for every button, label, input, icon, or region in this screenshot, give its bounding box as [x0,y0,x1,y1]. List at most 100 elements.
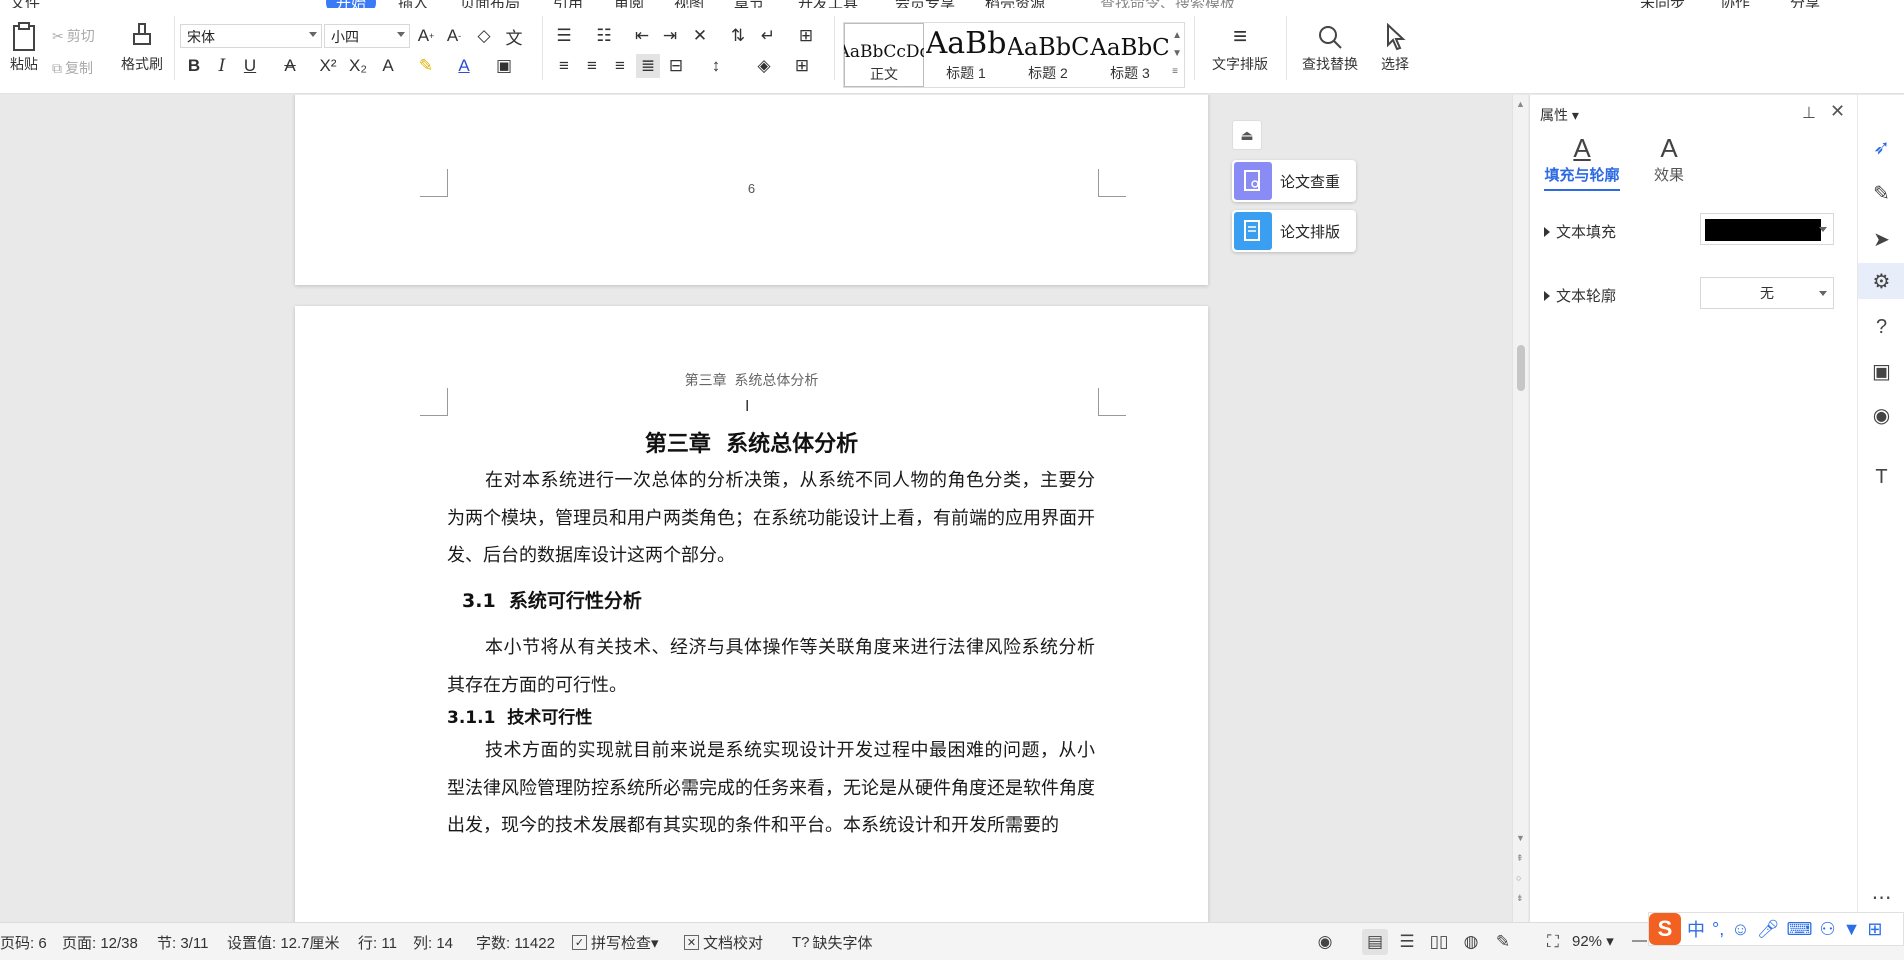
sogou-logo-icon[interactable]: S [1649,913,1681,945]
status-row[interactable]: 行: 11 [358,932,397,953]
emoji-icon[interactable]: ☺ [1731,919,1749,940]
next-page-icon[interactable]: ⇟ [1516,893,1524,904]
status-page-code[interactable]: 页码: 6 [0,932,47,953]
command-search[interactable]: 查找命令、搜索模板 [1100,0,1235,8]
highlight-icon[interactable]: ✎ [414,54,438,78]
find-replace-button[interactable]: 查找替换 [1292,20,1368,74]
sync-status[interactable]: 未同步 [1640,0,1685,8]
style-heading-1[interactable]: AaBb 标题 1 [926,23,1006,87]
menu-tab-file[interactable]: 文件 [10,0,40,8]
superscript-icon[interactable]: X² [316,54,340,78]
format-painter-button[interactable]: 格式刷 [116,20,168,74]
text-layout-button[interactable]: ≡ 文字排版 [1200,20,1280,74]
scroll-down-icon[interactable]: ▼ [1516,833,1525,843]
menu-tab-insert[interactable]: 插入 [398,0,428,8]
help-icon[interactable]: ? [1858,309,1904,345]
char-border-icon[interactable]: ▣ [492,54,516,78]
subscript-icon[interactable]: X₂ [346,54,370,78]
select-button[interactable]: 选择 [1372,20,1418,74]
toolbox-icon[interactable]: ⊞ [1867,919,1882,940]
sort-icon[interactable]: ⇅ [726,24,750,48]
spell-check-toggle[interactable]: ✓ 拼写检查 ▾ [572,932,659,953]
status-page[interactable]: 页面: 12/38 [62,932,138,953]
tab-fill-outline[interactable]: A 填充与轮廓 [1544,133,1620,191]
align-center-icon[interactable]: ≡ [580,54,604,78]
page-view-icon[interactable]: ▤ [1362,929,1388,955]
collab-button[interactable]: 协作 [1720,0,1750,8]
decrease-indent-icon[interactable]: ⇤ [630,24,654,48]
strikethrough-icon[interactable]: A [278,54,302,78]
paste-button[interactable]: 粘贴 [2,20,46,74]
paragraph-3[interactable]: 技术方面的实现就目前来说是系统实现设计开发过程中最困难的问题，从小型法律风险管理… [447,732,1095,845]
rocket-icon[interactable]: ➶ [1858,129,1904,165]
align-left-icon[interactable]: ≡ [552,54,576,78]
status-col[interactable]: 列: 14 [413,932,453,953]
keyboard-icon[interactable]: ⌨ [1786,919,1812,940]
style-heading-2[interactable]: AaBbC 标题 2 [1008,23,1088,87]
chapter-title[interactable]: 第三章 系统总体分析 [295,426,1208,458]
text-style-icon[interactable]: T [1858,459,1904,495]
menu-tab-page-layout[interactable]: 页面布局 [460,0,520,8]
properties-settings-icon[interactable]: ⚙ [1858,263,1904,299]
page-header[interactable]: 第三章 系统总体分析 [295,370,1208,390]
menu-tab-member[interactable]: 会员专享 [895,0,955,8]
zoom-select[interactable]: 92% ▾ [1572,932,1614,951]
numbered-list-icon[interactable]: ☷ [592,24,616,48]
status-section[interactable]: 节: 3/11 [157,932,208,953]
properties-title[interactable]: 属性 ▾ [1540,105,1579,125]
text-outline-select[interactable]: 无 [1700,277,1834,309]
font-color-icon[interactable]: A [452,54,476,78]
doc-proof-button[interactable]: ✕ 文档校对 [684,932,763,953]
chinese-layout-icon[interactable]: ✕ [688,24,712,48]
ime-mode[interactable]: 中 [1687,916,1705,942]
text-fill-row[interactable]: 文本填充 [1544,221,1616,242]
phonetic-icon[interactable]: 文 [502,24,526,48]
image-tool-icon[interactable]: ▣ [1858,353,1904,389]
font-name-select[interactable]: 宋体 [180,24,322,48]
style-heading-3[interactable]: AaBbC 标题 3 [1090,23,1170,87]
menu-tab-chapter[interactable]: 章节 [734,0,764,8]
underline-icon[interactable]: U [238,54,262,78]
paragraph-1[interactable]: 在对本系统进行一次总体的分析决策，从系统不同人物的角色分类，主要分为两个模块，管… [447,462,1095,575]
pen-icon[interactable]: ✎ [1858,175,1904,211]
bullet-list-icon[interactable]: ☰ [552,24,576,48]
bold-icon[interactable]: B [182,54,206,78]
eye-protection-icon[interactable]: ◉ [1312,929,1338,955]
backup-icon[interactable]: ◉ [1858,397,1904,433]
justify-icon[interactable]: ≣ [636,54,660,78]
microphone-icon[interactable]: 🎤︎ [1757,919,1780,940]
show-marks-icon[interactable]: ↵ [756,24,780,48]
borders-icon[interactable]: ⊞ [790,54,814,78]
more-icon[interactable]: ⋯ [1858,879,1904,915]
tab-stops-icon[interactable]: ⊞ [794,24,818,48]
menu-tab-docer[interactable]: 稻壳资源 [985,0,1045,8]
align-right-icon[interactable]: ≡ [608,54,632,78]
pointer-icon[interactable]: ➤ [1858,221,1904,257]
menu-tab-developer[interactable]: 开发工具 [798,0,858,8]
skin-icon[interactable]: ▼ [1843,919,1861,940]
text-effect-icon[interactable]: A [376,54,400,78]
paper-layout-button[interactable]: 论文排版 [1232,210,1356,252]
prev-page-icon[interactable]: ⇞ [1516,853,1524,864]
increase-indent-icon[interactable]: ⇥ [658,24,682,48]
fit-page-icon[interactable]: ⛶ [1540,929,1566,955]
italic-icon[interactable]: I [210,54,234,78]
share-button[interactable]: 分享 [1790,0,1820,8]
section-heading-3-1[interactable]: 3.1 系统可行性分析 [462,586,642,613]
distributed-icon[interactable]: ⊟ [664,54,688,78]
status-setting[interactable]: 设置值: 12.7厘米 [227,932,340,953]
collapse-button[interactable]: ⏏ [1232,120,1262,150]
missing-fonts-button[interactable]: T? 缺失字体 [792,932,873,953]
outline-view-icon[interactable]: ☰ [1394,929,1420,955]
vertical-scrollbar[interactable]: ▲ ▼ ⇞ ○ ⇟ [1512,95,1528,922]
shading-icon[interactable]: ◈ [752,54,776,78]
copy-button[interactable]: ⧉ 复制 [52,58,93,78]
style-gallery-scroll[interactable]: ▲ ▼ ≡ [1172,27,1182,81]
line-spacing-icon[interactable]: ↕ [704,54,728,78]
writing-mode-icon[interactable]: ✎ [1490,929,1516,955]
web-view-icon[interactable]: ◍ [1458,929,1484,955]
paper-check-button[interactable]: 论文查重 [1232,160,1356,202]
status-word-count[interactable]: 字数: 11422 [476,932,555,953]
paragraph-2[interactable]: 本小节将从有关技术、经济与具体操作等关联角度来进行法律风险系统分析其存在方面的可… [447,629,1095,704]
browse-object-icon[interactable]: ○ [1516,873,1521,883]
